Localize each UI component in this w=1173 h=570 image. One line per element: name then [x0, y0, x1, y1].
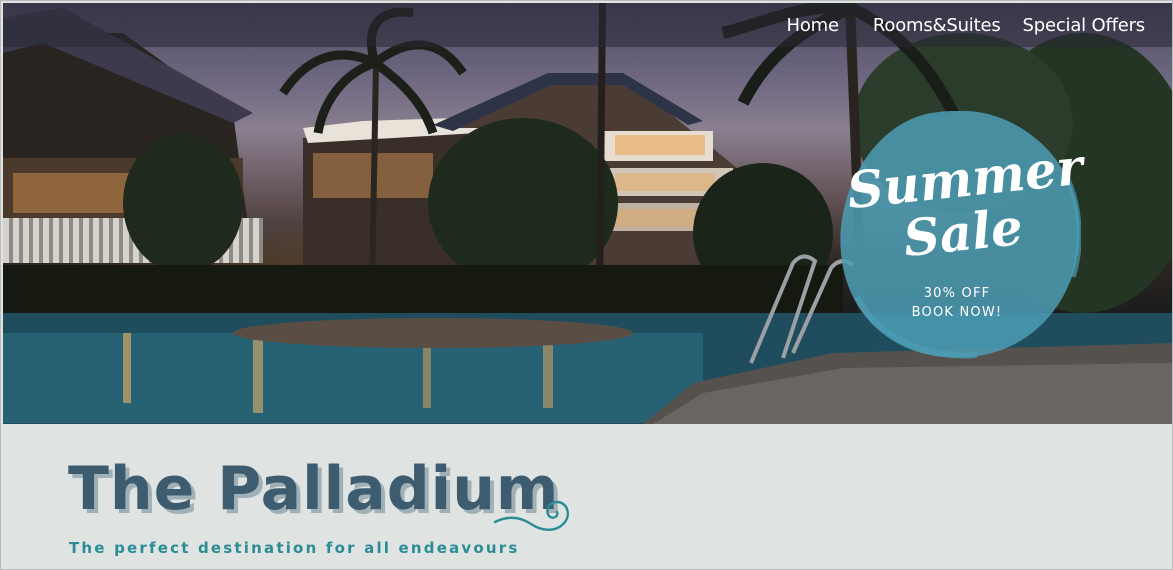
sale-discount-text: 30% OFF	[923, 286, 991, 301]
nav-home-link[interactable]: Home	[776, 15, 850, 36]
site-title: The Palladium	[68, 454, 560, 524]
hero-banner: Home Rooms&Suites Special Offers Summer …	[3, 3, 1172, 424]
top-nav-bar: Home Rooms&Suites Special Offers	[3, 3, 1172, 47]
brand-header: The Palladium The perfect destination fo…	[1, 424, 1172, 569]
book-now-link[interactable]: BOOK NOW!	[843, 305, 1071, 320]
nav-rooms-suites-link[interactable]: Rooms&Suites	[862, 15, 1012, 36]
swirl-flourish-icon	[493, 500, 569, 531]
site-tagline: The perfect destination for all endeavou…	[69, 539, 520, 557]
summer-sale-badge[interactable]: Summer Sale 30% OFF BOOK NOW!	[837, 107, 1086, 359]
nav-special-offers-link[interactable]: Special Offers	[1012, 15, 1156, 36]
nav-links: Home Rooms&Suites Special Offers	[776, 3, 1156, 47]
page-frame: Home Rooms&Suites Special Offers Summer …	[0, 0, 1173, 570]
